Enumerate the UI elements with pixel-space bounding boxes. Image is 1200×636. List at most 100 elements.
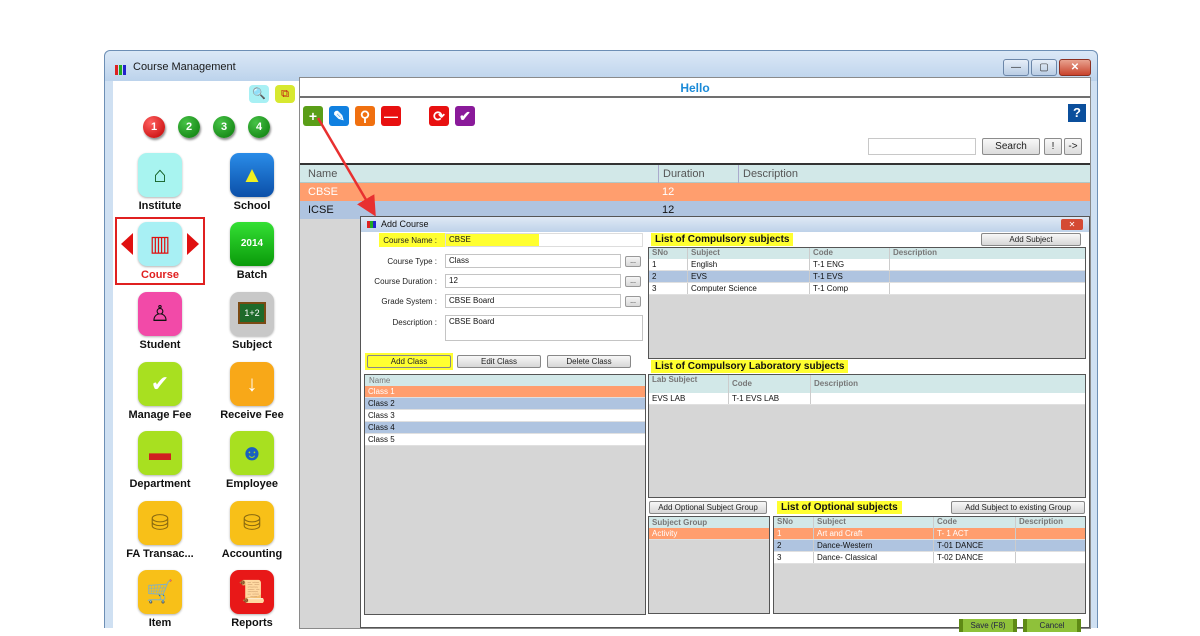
table-row[interactable]: 2 Dance-Western T-01 DANCE [774,540,1085,552]
column-header-lab-subject[interactable]: Lab Subject [649,375,729,393]
sidebar-item-label: School [233,200,271,212]
sidebar-item-reports[interactable]: 📜 Reports [207,570,297,636]
table-row[interactable]: CBSE 12 [300,183,1090,201]
column-header-description[interactable]: Description [890,248,1087,259]
list-item[interactable]: Class 4 [365,422,645,434]
column-header-description[interactable]: Description [738,165,798,183]
sidebar-item-school[interactable]: ▲ School [207,153,297,219]
step-3-button[interactable]: 3 [213,116,235,138]
step-2-button[interactable]: 2 [178,116,200,138]
prev-arrow-icon[interactable] [121,233,133,255]
sidebar-item-label: Batch [236,269,268,281]
edit-button[interactable]: ✎ [329,106,349,126]
cell-subject: Dance-Western [814,540,934,551]
maximize-button[interactable]: ▢ [1031,59,1057,76]
column-header-code[interactable]: Code [729,375,811,393]
table-row[interactable]: 2 EVS T-1 EVS [649,271,1085,283]
column-header-subject[interactable]: Subject [688,248,810,259]
column-header-code[interactable]: Code [810,248,890,259]
minimize-button[interactable]: — [1003,59,1029,76]
cell-code: T-02 DANCE [934,552,1016,563]
sidebar-item-institute[interactable]: ⌂ Institute [115,153,205,219]
list-item[interactable]: Activity [649,528,769,540]
lab-subjects-table: Lab Subject Code Description EVS LAB T-1… [648,374,1086,498]
sidebar-item-item[interactable]: 🛒 Item [115,570,205,636]
sidebar-item-accounting[interactable]: ⛁ Accounting [207,501,297,567]
sidebar-item-receive-fee[interactable]: ↓ Receive Fee [207,362,297,428]
sidebar-item-department[interactable]: ▬ Department [115,431,205,497]
list-item[interactable]: Class 5 [365,434,645,446]
sidebar-item-subject[interactable]: 1+2 Subject [207,292,297,358]
cell-description [1016,552,1087,563]
save-button[interactable]: Save (F8) [959,619,1017,632]
course-duration-picker-button[interactable]: ... [625,276,641,287]
refresh-button[interactable]: ⟳ [429,106,449,126]
approve-button[interactable]: ✔ [455,106,475,126]
delete-button[interactable]: — [381,106,401,126]
edit-class-button[interactable]: Edit Class [457,355,541,368]
add-subject-to-group-button[interactable]: Add Subject to existing Group [951,501,1085,514]
grade-system-label: Grade System : [381,297,437,306]
view-button[interactable]: ⚲ [355,106,375,126]
step-1-button[interactable]: 1 [143,116,165,138]
sidebar-item-course[interactable]: ▥ Course [115,217,205,285]
list-item[interactable]: Class 2 [365,398,645,410]
exclaim-button[interactable]: ! [1044,138,1062,155]
sidebar-item-batch[interactable]: 2014 Batch [207,222,297,288]
compulsory-subjects-title: List of Compulsory subjects [651,233,794,246]
course-type-input[interactable]: Class [445,254,621,268]
cell-subject: English [688,259,810,270]
step-4-button[interactable]: 4 [248,116,270,138]
column-header-sno[interactable]: SNo [774,517,814,528]
cell-code: T-1 Comp [810,283,890,294]
grade-system-picker-button[interactable]: ... [625,296,641,307]
next-arrow-icon[interactable] [187,233,199,255]
course-duration-input[interactable]: 12 [445,274,621,288]
sidebar-item-label: Accounting [221,548,283,560]
column-header-duration[interactable]: Duration [658,165,705,183]
table-row[interactable]: 1 Art and Craft T- 1 ACT [774,528,1085,540]
table-row[interactable]: 3 Dance- Classical T-02 DANCE [774,552,1085,564]
sidebar-item-employee[interactable]: ☻ Employee [207,431,297,497]
sidebar-item-manage-fee[interactable]: ✔ Manage Fee [115,362,205,428]
column-header-subject[interactable]: Subject [814,517,934,528]
table-row[interactable]: 1 English T-1 ENG [649,259,1085,271]
cancel-button[interactable]: Cancel [1023,619,1081,632]
dialog-close-button[interactable]: ✕ [1061,219,1083,230]
department-icon: ▬ [138,431,182,475]
add-optional-group-button[interactable]: Add Optional Subject Group [649,501,767,514]
column-header-sno[interactable]: SNo [649,248,688,259]
add-class-button[interactable]: Add Class [367,355,451,368]
search-button[interactable]: Search [982,138,1040,155]
table-row[interactable]: EVS LAB T-1 EVS LAB [649,393,1085,405]
course-type-picker-button[interactable]: ... [625,256,641,267]
close-button[interactable]: ✕ [1059,59,1091,76]
description-textarea[interactable]: CBSE Board [445,315,643,341]
grade-system-input[interactable]: CBSE Board [445,294,621,308]
class-list-header[interactable]: Name [365,375,645,386]
sidebar-item-student[interactable]: ♙ Student [115,292,205,358]
column-header-subject-group[interactable]: Subject Group [649,517,769,528]
column-header-code[interactable]: Code [934,517,1016,528]
sidebar-item-label: Reports [231,617,273,629]
column-header-description[interactable]: Description [811,375,1087,393]
next-button[interactable]: -> [1064,138,1082,155]
search-icon[interactable]: 🔍 [249,85,269,103]
column-header-description[interactable]: Description [1016,517,1087,528]
add-button[interactable]: + [303,106,323,126]
description-label: Description : [392,318,437,327]
help-icon[interactable]: ? [1068,104,1086,122]
search-input[interactable] [868,138,976,155]
course-name-input[interactable]: CBSE [445,233,643,247]
column-header-name[interactable]: Name [304,165,337,183]
switch-view-icon[interactable]: ⧉ [275,85,295,103]
cell-sno: 2 [649,271,688,282]
delete-class-button[interactable]: Delete Class [547,355,631,368]
list-item[interactable]: Class 1 [365,386,645,398]
list-item[interactable]: Class 3 [365,410,645,422]
class-name: Class 2 [368,399,395,408]
table-row[interactable]: 3 Computer Science T-1 Comp [649,283,1085,295]
sidebar-item-fa-transactions[interactable]: ⛁ FA Transac... [115,501,205,567]
add-subject-button[interactable]: Add Subject [981,233,1081,246]
coins-transfer-icon: ⛁ [138,501,182,545]
